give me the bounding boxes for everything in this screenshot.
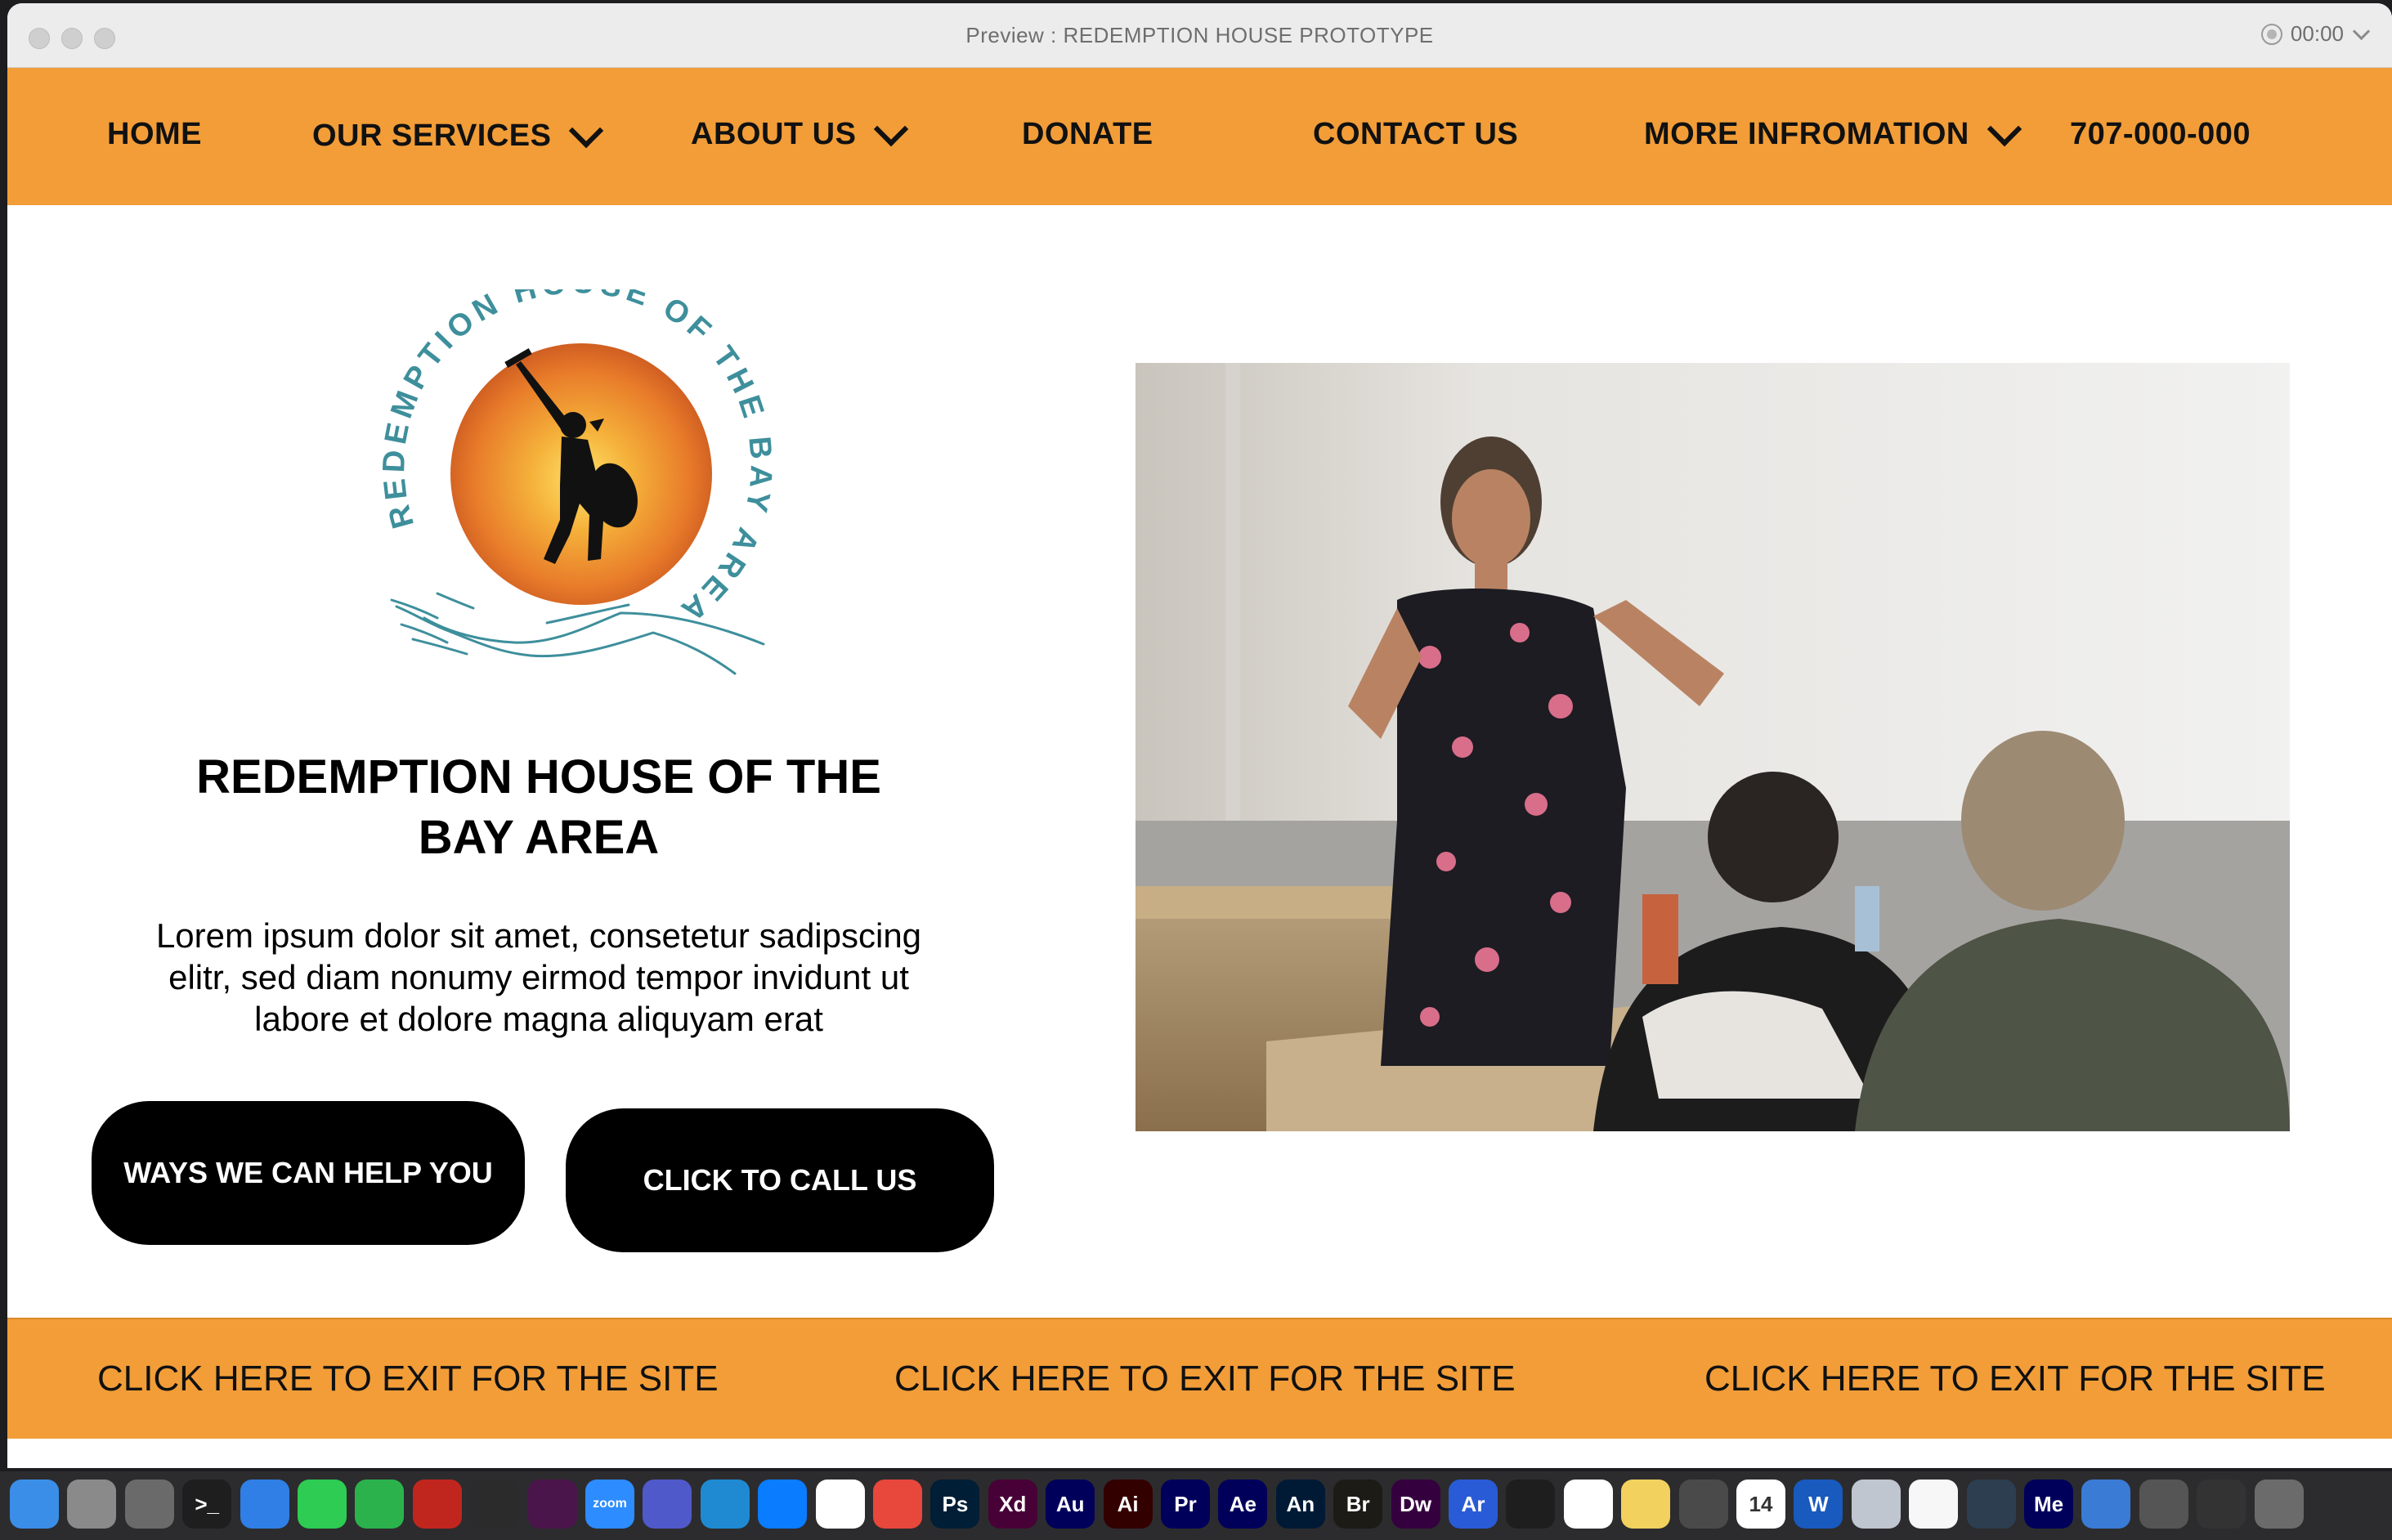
recent-items-icon[interactable] [2139,1480,2188,1529]
nav-about-us-label: ABOUT US [691,117,857,151]
description-line3: labore et dolore magna aliquyam erat [254,1000,823,1038]
messages-icon[interactable] [298,1480,347,1529]
illustrator-icon[interactable]: Ai [1103,1480,1153,1529]
main-navigation: HOME OUR SERVICES ABOUT US DONATE CONTAC… [7,68,2392,205]
photoshop-icon[interactable]: Ps [930,1480,980,1529]
animate-icon[interactable]: An [1275,1480,1325,1529]
textedit-icon[interactable] [1909,1480,1959,1529]
nav-donate-label: DONATE [1022,117,1153,151]
nav-our-services-label: OUR SERVICES [312,119,552,153]
description-line2: elitr, sed diam nonumy eirmod tempor inv… [168,958,909,996]
chevron-down-icon [569,113,604,148]
nav-home-label: HOME [107,117,202,151]
click-to-call-label: CLICK TO CALL US [643,1163,917,1197]
calculator-icon[interactable] [1678,1480,1728,1529]
chevron-down-icon [874,111,909,146]
redemption-house-logo: REDEMPTION HOUSE OF THE BAY AREA [377,289,773,675]
record-icon [2260,23,2282,45]
macos-dock: >_ zoom Ps Xd Au Ai Pr Ae An Br Dw Ar 14 W Me [0,1471,2392,1540]
organization-title: REDEMPTION HOUSE OF THE BAY AREA [130,747,947,868]
figma-icon[interactable] [1506,1480,1556,1529]
exit-site-link-1[interactable]: CLICK HERE TO EXIT FOR THE SITE [97,1359,719,1399]
chrome-icon[interactable] [815,1480,865,1529]
acrobat-icon[interactable] [412,1480,462,1529]
system-preferences-icon[interactable] [124,1480,174,1529]
window-titlebar: Preview : REDEMPTION HOUSE PROTOTYPE 00:… [7,3,2392,68]
nav-home[interactable]: HOME [107,117,202,152]
exit-site-link-2[interactable]: CLICK HERE TO EXIT FOR THE SITE [894,1359,1516,1399]
terminal-icon[interactable]: >_ [182,1480,232,1529]
notes-icon[interactable] [1621,1480,1671,1529]
recording-indicator[interactable]: 00:00 [2260,21,2371,47]
teams-icon[interactable] [643,1480,692,1529]
audition-icon[interactable]: Au [1046,1480,1095,1529]
preview-icon[interactable] [1851,1480,1901,1529]
messenger-icon[interactable] [758,1480,808,1529]
exit-site-link-3[interactable]: CLICK HERE TO EXIT FOR THE SITE [1704,1359,2326,1399]
trash-icon[interactable] [2254,1480,2304,1529]
organization-title-line2: BAY AREA [418,811,660,864]
launchpad-icon[interactable] [67,1480,117,1529]
chevron-down-icon [1987,111,2022,146]
facetime-icon[interactable] [355,1480,405,1529]
nav-contact-us-label: CONTACT US [1313,117,1519,151]
premiere-icon[interactable]: Pr [1161,1480,1210,1529]
organization-description: Lorem ipsum dolor sit amet, consetetur s… [122,915,956,1040]
preview-window: Preview : REDEMPTION HOUSE PROTOTYPE 00:… [7,3,2392,1468]
media-encoder-icon[interactable]: Me [2024,1480,2073,1529]
organization-title-line1: REDEMPTION HOUSE OF THE [196,750,881,804]
window-title: Preview : REDEMPTION HOUSE PROTOTYPE [965,23,1434,47]
speaker-photo [1136,363,2290,1131]
mail-icon[interactable] [240,1480,289,1529]
click-to-call-button[interactable]: CLICK TO CALL US [566,1108,994,1252]
dreamweaver-icon[interactable]: Dw [1391,1480,1440,1529]
nav-about-us[interactable]: ABOUT US [691,111,909,152]
bridge-icon[interactable]: Br [1333,1480,1383,1529]
recording-timer: 00:00 [2290,21,2344,46]
ways-we-can-help-button[interactable]: WAYS WE CAN HELP YOU [92,1101,525,1245]
calendar-icon[interactable]: 14 [1736,1480,1785,1529]
photos-icon[interactable] [1563,1480,1613,1529]
finder-icon[interactable] [10,1480,59,1529]
nav-contact-us[interactable]: CONTACT US [1313,117,1518,152]
chevron-down-icon [2352,22,2371,41]
word-icon[interactable]: W [1794,1480,1843,1529]
nav-phone-label: 707-000-000 [2070,117,2251,151]
downloads-folder-icon[interactable] [2081,1480,2131,1529]
exit-site-bar: CLICK HERE TO EXIT FOR THE SITE CLICK HE… [7,1318,2392,1439]
after-effects-icon[interactable]: Ae [1218,1480,1268,1529]
printer-icon[interactable] [2197,1480,2246,1529]
aero-icon[interactable]: Ar [1449,1480,1498,1529]
nav-more-information-label: MORE INFROMATION [1644,117,1969,151]
slack-icon[interactable] [527,1480,577,1529]
nav-our-services[interactable]: OUR SERVICES [312,113,604,154]
ways-we-can-help-label: WAYS WE CAN HELP YOU [123,1156,493,1189]
nav-phone-number[interactable]: 707-000-000 [2070,117,2251,152]
quicktime-icon[interactable] [1966,1480,2016,1529]
nav-donate[interactable]: DONATE [1022,117,1153,152]
xd-icon[interactable]: Xd [988,1480,1037,1529]
description-line1: Lorem ipsum dolor sit amet, consetetur s… [155,916,922,955]
downloader-icon[interactable] [470,1480,520,1529]
creative-cloud-icon[interactable] [873,1480,922,1529]
nav-more-information[interactable]: MORE INFROMATION [1644,111,2022,152]
vscode-icon[interactable] [700,1480,750,1529]
zoom-icon[interactable]: zoom [585,1480,634,1529]
